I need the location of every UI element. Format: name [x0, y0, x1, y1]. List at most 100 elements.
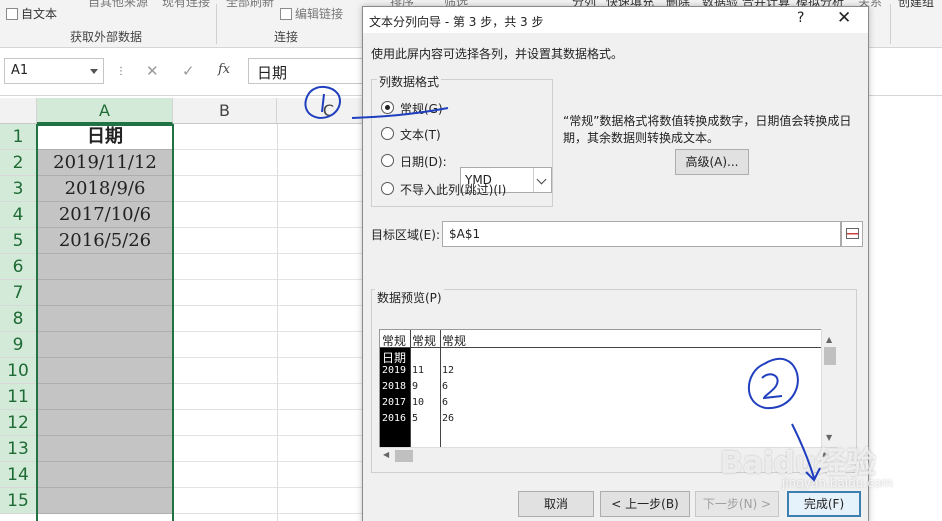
gridline	[173, 461, 363, 462]
scroll-thumb[interactable]	[824, 347, 836, 365]
scroll-thumb[interactable]	[395, 450, 413, 462]
group-button[interactable]: 创建组	[898, 0, 934, 10]
preview-cell: 2017	[382, 397, 407, 408]
name-box[interactable]: A1	[4, 58, 104, 84]
gridline	[173, 357, 363, 358]
destination-input[interactable]: $A$1	[442, 221, 841, 247]
row-header[interactable]: 10	[0, 358, 37, 384]
preview-header-col1[interactable]: 常规	[382, 332, 406, 349]
row-header[interactable]: 8	[0, 306, 37, 332]
row-header[interactable]: 1	[0, 124, 37, 150]
row-header[interactable]: 3	[0, 176, 37, 202]
cancel-icon[interactable]: ✕	[146, 62, 159, 80]
column-a-selection	[36, 124, 174, 521]
scroll-left-icon[interactable]: ◀	[383, 450, 389, 459]
link-icon	[280, 8, 292, 20]
formula-input[interactable]: 日期	[248, 58, 368, 84]
row-header[interactable]: 2	[0, 150, 37, 176]
preview-cell: 5	[412, 413, 419, 424]
row-header[interactable]: 9	[0, 332, 37, 358]
row-header[interactable]: 4	[0, 202, 37, 228]
radio-general[interactable]	[381, 101, 394, 114]
close-icon[interactable]: ✕	[837, 8, 851, 28]
radio-skip-label[interactable]: 不导入此列(跳过)(I)	[400, 181, 506, 198]
gridline	[277, 124, 278, 521]
row-header[interactable]: 14	[0, 462, 37, 488]
next-button: 下一步(N) >	[695, 491, 779, 517]
radio-skip[interactable]	[381, 182, 394, 195]
column-header-b[interactable]: B	[173, 98, 277, 124]
row-header[interactable]: 15	[0, 488, 37, 514]
radio-date[interactable]	[381, 154, 394, 167]
cancel-button[interactable]: 取消	[518, 491, 594, 517]
radio-general-label[interactable]: 常规(G)	[400, 100, 443, 117]
preview-header-col2[interactable]: 常规	[412, 332, 436, 349]
help-icon[interactable]: ?	[797, 10, 804, 26]
chevron-down-icon[interactable]	[90, 69, 98, 74]
row-header[interactable]: 6	[0, 254, 37, 280]
from-other-sources-button[interactable]: 自其他来源	[88, 0, 148, 10]
gridline	[173, 227, 363, 228]
preview-column-divider	[410, 330, 411, 450]
gridline	[173, 409, 363, 410]
gridline	[173, 175, 363, 176]
baidu-watermark-url: jingyan.baidu.com	[782, 476, 893, 490]
row-header[interactable]: 11	[0, 384, 37, 410]
group-get-external-data: 获取外部数据	[70, 30, 143, 44]
radio-date-label[interactable]: 日期(D):	[400, 153, 447, 170]
general-format-description-line2: 期，其余数据则转换成文本。	[563, 131, 720, 145]
radio-text-label[interactable]: 文本(T)	[400, 126, 441, 143]
preview-cell: 11	[412, 365, 425, 376]
preview-header-row: 常规 常规 常规	[380, 330, 836, 349]
group-connections: 连接	[274, 30, 299, 44]
gridline	[173, 435, 363, 436]
gridline	[173, 383, 363, 384]
excel-window: 自文本 自其他来源 现有连接 全部刷新 编辑链接 获取外部数据 连接 排序 筛选…	[0, 0, 942, 521]
edit-links-label: 编辑链接	[295, 7, 344, 21]
from-text-label: 自文本	[21, 7, 58, 21]
destination-label: 目标区域(E):	[371, 228, 440, 242]
dialog-instruction: 使用此屏内容可选择各列，并设置其数据格式。	[371, 47, 624, 61]
gridline	[173, 331, 363, 332]
preview-cell: 12	[442, 365, 455, 376]
preview-header-col3[interactable]: 常规	[442, 332, 466, 349]
row-header[interactable]: 7	[0, 280, 37, 306]
scroll-up-icon[interactable]: ▲	[826, 335, 832, 344]
existing-connections-button[interactable]: 现有连接	[162, 0, 210, 10]
preview-vertical-scrollbar[interactable]: ▲ ▼	[821, 329, 837, 447]
enter-icon[interactable]: ✓	[182, 62, 195, 80]
gridline	[173, 305, 363, 306]
gridline	[173, 253, 363, 254]
column-format-group-label: 列数据格式	[377, 73, 442, 90]
preview-cell: 6	[442, 381, 449, 392]
more-options-icon[interactable]: ⋮	[116, 66, 126, 77]
row-header[interactable]: 5	[0, 228, 37, 254]
insert-function-icon[interactable]: fx	[218, 62, 230, 77]
row-header[interactable]: 13	[0, 436, 37, 462]
from-text-button[interactable]: 自文本	[6, 5, 57, 22]
edit-links-button[interactable]: 编辑链接	[280, 5, 343, 22]
select-all-corner[interactable]	[0, 98, 37, 124]
ribbon-divider	[890, 4, 891, 44]
text-file-icon	[6, 8, 18, 20]
chevron-down-icon[interactable]	[533, 168, 551, 192]
dialog-title: 文本分列向导 - 第 3 步，共 3 步	[369, 15, 544, 29]
preview-cell: 6	[442, 397, 449, 408]
preview-cell: 9	[412, 381, 419, 392]
back-button[interactable]: < 上一步(B)	[600, 491, 690, 517]
column-header-a[interactable]: A	[37, 98, 173, 124]
finish-button[interactable]: 完成(F)	[787, 491, 861, 517]
refresh-all-button[interactable]: 全部刷新	[226, 0, 274, 10]
row-header[interactable]: 12	[0, 410, 37, 436]
name-box-value: A1	[11, 63, 29, 78]
preview-cell: 26	[442, 413, 455, 424]
gridline	[173, 279, 363, 280]
advanced-button[interactable]: 高级(A)...	[675, 149, 749, 175]
general-format-description-line1: “常规”数据格式将数值转换成数字，日期值会转换成日	[563, 114, 852, 128]
gridline	[173, 149, 363, 150]
preview-cell: 10	[412, 397, 425, 408]
radio-text[interactable]	[381, 127, 394, 140]
preview-cell: 2018	[382, 381, 407, 392]
ribbon-divider	[216, 4, 217, 44]
range-picker-button[interactable]	[841, 221, 863, 247]
